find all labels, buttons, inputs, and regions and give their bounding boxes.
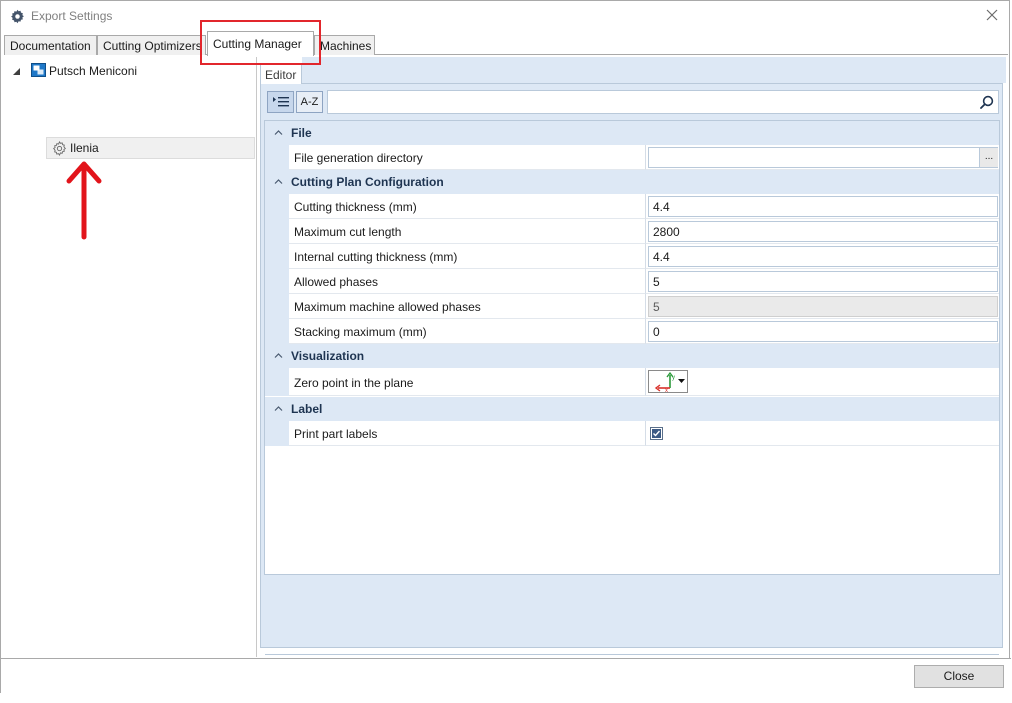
allowed-phases-field[interactable]: 5 xyxy=(648,271,998,292)
alphabetical-view-button[interactable]: A-Z xyxy=(296,91,323,113)
window-title: Export Settings xyxy=(31,9,113,23)
close-button[interactable]: Close xyxy=(914,665,1004,688)
collapse-chevron-icon[interactable] xyxy=(274,352,283,359)
stacking-maximum-field[interactable]: 0 xyxy=(648,321,998,342)
tab-machines[interactable]: Machines xyxy=(314,35,375,55)
category-label: Visualization xyxy=(291,349,365,363)
tab-editor[interactable]: Editor xyxy=(260,64,302,84)
property-row: File generation directory ... xyxy=(265,145,999,170)
collapse-chevron-icon[interactable] xyxy=(274,178,283,185)
category-label: Cutting Plan Configuration xyxy=(291,175,444,189)
property-row: Internal cutting thickness (mm) 4.4 xyxy=(265,244,999,269)
tab-cutting-optimizers[interactable]: Cutting Optimizers xyxy=(97,35,206,55)
property-grid: File File generation directory ... Cutti… xyxy=(264,120,1000,655)
property-row: Allowed phases 5 xyxy=(265,269,999,294)
category-label: File xyxy=(291,126,312,140)
red-arrow-annotation xyxy=(66,161,102,240)
tab-cutting-manager[interactable]: Cutting Manager xyxy=(207,31,314,56)
property-row: Cutting thickness (mm) 4.4 xyxy=(265,194,999,219)
checkmark-icon xyxy=(652,429,661,438)
cutting-thickness-field[interactable]: 4.4 xyxy=(648,196,998,217)
property-grid-frame: A-Z File File generation directory ... C… xyxy=(260,83,1003,655)
tree-root-row[interactable]: Putsch Meniconi xyxy=(2,59,255,79)
tree-item-ilenia[interactable]: Ilenia xyxy=(46,137,255,159)
tab-documentation[interactable]: Documentation xyxy=(4,35,97,55)
property-row: Print part labels xyxy=(265,421,999,446)
category-file[interactable]: File xyxy=(265,121,999,145)
collapse-chevron-icon[interactable] xyxy=(274,129,283,136)
grid-description-divider xyxy=(265,654,999,655)
property-name: Stacking maximum (mm) xyxy=(289,319,646,344)
property-row: Zero point in the plane x y xyxy=(265,368,999,396)
categorized-list-icon xyxy=(272,97,289,107)
browse-button[interactable]: ... xyxy=(979,148,998,167)
property-grid-toolbar: A-Z xyxy=(265,90,999,114)
tree-item-label: Ilenia xyxy=(70,141,99,155)
property-name: Zero point in the plane xyxy=(289,368,646,396)
editor-panel: Editor A-Z File File generation director… xyxy=(256,57,1007,657)
svg-text:y: y xyxy=(672,375,675,381)
search-icon[interactable] xyxy=(980,95,994,109)
maximum-cut-length-field[interactable]: 2800 xyxy=(648,221,998,242)
factory-icon xyxy=(31,63,46,77)
export-settings-window: Export Settings Documentation Cutting Op… xyxy=(0,0,1011,693)
category-label-section[interactable]: Label xyxy=(265,397,999,421)
property-name: Allowed phases xyxy=(289,269,646,294)
expanded-triangle-icon[interactable] xyxy=(12,67,22,77)
category-visualization[interactable]: Visualization xyxy=(265,344,999,368)
categorized-view-button[interactable] xyxy=(267,91,294,113)
property-name: Print part labels xyxy=(289,421,646,446)
title-bar: Export Settings xyxy=(1,1,1009,32)
editor-tab-strip xyxy=(302,57,1006,83)
tree-root-label: Putsch Meniconi xyxy=(49,64,138,78)
property-search-box[interactable] xyxy=(327,90,999,114)
close-icon[interactable] xyxy=(984,7,1000,23)
gear-icon xyxy=(11,9,24,24)
property-row: Maximum machine allowed phases 5 xyxy=(265,294,999,319)
print-part-labels-checkbox[interactable] xyxy=(650,427,663,440)
machine-tree: Putsch Meniconi Ilenia xyxy=(2,57,255,657)
property-value-cell: ... xyxy=(646,145,999,170)
category-cutting-plan-configuration[interactable]: Cutting Plan Configuration xyxy=(265,170,999,194)
property-name: Cutting thickness (mm) xyxy=(289,194,646,219)
machine-gear-icon xyxy=(53,141,66,156)
file-directory-field[interactable] xyxy=(648,147,998,168)
property-name: Maximum machine allowed phases xyxy=(289,294,646,319)
dialog-footer: Close xyxy=(1,658,1011,693)
collapse-chevron-icon[interactable] xyxy=(274,405,283,412)
property-name: File generation directory xyxy=(289,145,646,170)
property-name: Internal cutting thickness (mm) xyxy=(289,244,646,269)
property-row: Stacking maximum (mm) 0 xyxy=(265,319,999,344)
property-search-input[interactable] xyxy=(328,91,968,113)
property-name: Maximum cut length xyxy=(289,219,646,244)
maximum-machine-allowed-phases-field: 5 xyxy=(648,296,998,317)
property-row: Maximum cut length 2800 xyxy=(265,219,999,244)
tab-strip: Documentation Cutting Optimizers Machine… xyxy=(4,31,1008,56)
svg-text:x: x xyxy=(665,388,668,392)
axis-origin-icon: x y xyxy=(654,371,685,394)
internal-cutting-thickness-field[interactable]: 4.4 xyxy=(648,246,998,267)
category-label: Label xyxy=(291,402,323,416)
zero-point-picker[interactable]: x y xyxy=(648,370,688,394)
